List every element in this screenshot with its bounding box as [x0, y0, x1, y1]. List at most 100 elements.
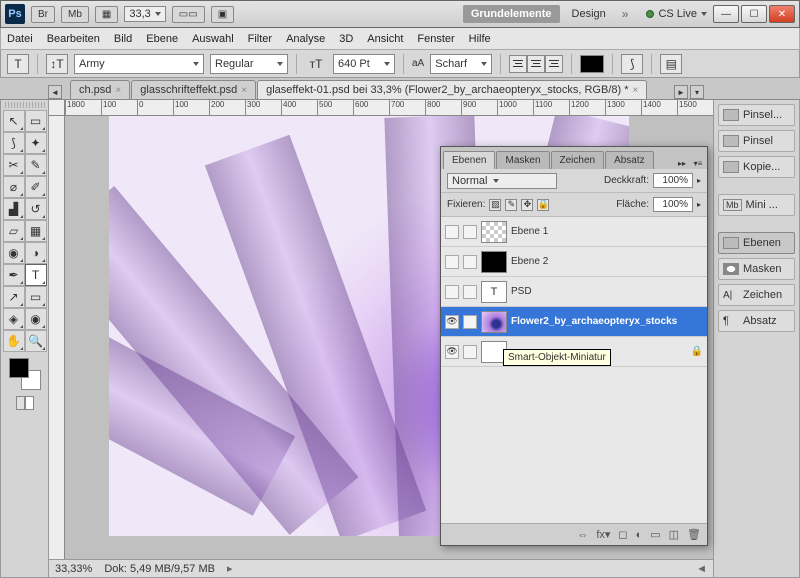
blur-tool[interactable]: ◉ — [3, 242, 25, 264]
link-toggle[interactable] — [463, 225, 477, 239]
layer-row[interactable]: Ebene 1 — [441, 217, 707, 247]
layer-row-selected[interactable]: Flower2_by_archaeopteryx_stocks — [441, 307, 707, 337]
menu-bild[interactable]: Bild — [114, 33, 132, 45]
layer-name[interactable]: PSD — [511, 286, 703, 297]
doc-tab-3[interactable]: glaseffekt-01.psd bei 33,3% (Flower2_by_… — [257, 80, 647, 99]
close-icon[interactable]: × — [633, 85, 639, 96]
menu-auswahl[interactable]: Auswahl — [192, 33, 234, 45]
opacity-input[interactable]: 100% — [653, 173, 693, 188]
3d-tool[interactable]: ◈ — [3, 308, 25, 330]
status-menu-icon[interactable]: ▸ — [227, 562, 233, 575]
layers-panel[interactable]: Ebenen Masken Zeichen Absatz ▸▸▾≡ Normal… — [440, 146, 708, 546]
path-select-tool[interactable]: ↗ — [3, 286, 25, 308]
menu-datei[interactable]: Datei — [7, 33, 33, 45]
lock-position-button[interactable]: ✥ — [521, 199, 533, 211]
text-align-group[interactable] — [509, 55, 563, 73]
layer-name[interactable]: Ebene 2 — [511, 256, 703, 267]
3d-camera-tool[interactable]: ◉ — [25, 308, 47, 330]
minimize-button[interactable]: — — [713, 5, 739, 23]
doc-tab-1[interactable]: ch.psd× — [70, 80, 130, 99]
menu-fenster[interactable]: Fenster — [417, 33, 454, 45]
close-icon[interactable]: × — [115, 85, 121, 96]
blend-mode-dropdown[interactable]: Normal — [447, 173, 557, 189]
link-layers-button[interactable]: ⇔ — [577, 529, 588, 541]
eyedropper-tool[interactable]: ✎ — [25, 154, 47, 176]
magic-wand-tool[interactable]: ✦ — [25, 132, 47, 154]
cs-live-button[interactable]: CS Live — [646, 8, 707, 20]
layer-thumbnail[interactable]: T — [481, 281, 507, 303]
zoom-tool[interactable]: 🔍 — [25, 330, 47, 352]
visibility-toggle[interactable] — [445, 345, 459, 359]
type-tool[interactable]: T — [25, 264, 47, 286]
workspace-selected[interactable]: Grundelemente — [463, 5, 560, 23]
warp-text-button[interactable]: ⟆ — [621, 54, 643, 74]
layer-group-button[interactable]: ▭ — [650, 528, 660, 541]
new-layer-button[interactable]: ◫ — [669, 528, 679, 541]
maximize-button[interactable]: ☐ — [741, 5, 767, 23]
panel-absatz[interactable]: ¶Absatz — [718, 310, 795, 332]
view-extras-button[interactable]: ▦ — [95, 6, 118, 23]
screen-mode-button[interactable]: ▣ — [211, 6, 234, 23]
menu-ebene[interactable]: Ebene — [146, 33, 178, 45]
visibility-toggle[interactable] — [445, 285, 459, 299]
lasso-tool[interactable]: ⟆ — [3, 132, 25, 154]
marquee-tool[interactable]: ▭ — [25, 110, 47, 132]
layer-name[interactable]: Flower2_by_archaeopteryx_stocks — [511, 316, 703, 327]
panel-masken[interactable]: Masken — [718, 258, 795, 280]
tab-masken[interactable]: Masken — [496, 151, 549, 169]
eraser-tool[interactable]: ▱ — [3, 220, 25, 242]
doc-tab-2[interactable]: glasschrifteffekt.psd× — [131, 80, 256, 99]
tab-scroll-right[interactable]: ►▾ — [674, 85, 704, 99]
link-toggle[interactable] — [463, 255, 477, 269]
scroll-left-icon[interactable]: ◄ — [696, 563, 707, 575]
delete-layer-button[interactable]: 🗑 — [687, 528, 701, 541]
heal-tool[interactable]: ⌀ — [3, 176, 25, 198]
lock-pixels-button[interactable]: ✎ — [505, 199, 517, 211]
lock-transparency-button[interactable]: ▨ — [489, 199, 501, 211]
visibility-toggle[interactable] — [445, 315, 459, 329]
panel-minibridge[interactable]: MbMini ... — [718, 194, 795, 216]
menu-3d[interactable]: 3D — [339, 33, 353, 45]
panel-pinsel[interactable]: Pinsel — [718, 130, 795, 152]
shape-tool[interactable]: ▭ — [25, 286, 47, 308]
ruler-vertical[interactable] — [49, 116, 65, 559]
menu-hilfe[interactable]: Hilfe — [469, 33, 491, 45]
panel-kopie[interactable]: Kopie... — [718, 156, 795, 178]
fill-input[interactable]: 100% — [653, 197, 693, 212]
layer-row[interactable]: Ebene 2 — [441, 247, 707, 277]
opacity-slider-icon[interactable]: ▸ — [697, 176, 701, 185]
status-zoom[interactable]: 33,33% — [55, 563, 92, 575]
menu-filter[interactable]: Filter — [248, 33, 272, 45]
layer-fx-button[interactable]: fx▾ — [596, 528, 610, 541]
font-style-dropdown[interactable]: Regular — [210, 54, 288, 74]
status-doc-size[interactable]: Dok: 5,49 MB/9,57 MB — [104, 563, 215, 575]
visibility-toggle[interactable] — [445, 225, 459, 239]
hand-tool[interactable]: ✋ — [3, 330, 25, 352]
tab-scroll-left[interactable]: ◄ — [48, 85, 62, 99]
antialias-dropdown[interactable]: Scharf — [430, 54, 492, 74]
panel-menu-icon[interactable]: ▾≡ — [691, 157, 705, 169]
dodge-tool[interactable]: ◑ — [25, 242, 47, 264]
link-toggle[interactable] — [463, 345, 477, 359]
link-toggle[interactable] — [463, 315, 477, 329]
text-color-swatch[interactable] — [580, 55, 604, 73]
panel-pinsel-presets[interactable]: Pinsel... — [718, 104, 795, 126]
adjustment-layer-button[interactable]: ◐ — [636, 529, 643, 541]
font-family-dropdown[interactable]: Army — [74, 54, 204, 74]
lock-all-button[interactable]: 🔒 — [537, 199, 549, 211]
workspace-design[interactable]: Design — [566, 5, 612, 23]
layer-thumbnail[interactable] — [481, 251, 507, 273]
history-brush-tool[interactable]: ↺ — [25, 198, 47, 220]
move-tool[interactable]: ↖ — [3, 110, 25, 132]
arrange-button[interactable]: ▭▭ — [172, 6, 205, 23]
panel-collapse-icon[interactable]: ▸▸ — [675, 157, 689, 169]
menu-bearbeiten[interactable]: Bearbeiten — [47, 33, 100, 45]
color-picker[interactable] — [9, 358, 41, 390]
gradient-tool[interactable]: ▦ — [25, 220, 47, 242]
close-icon[interactable]: × — [241, 85, 247, 96]
layer-name[interactable]: Ebene 1 — [511, 226, 703, 237]
minibridge-button[interactable]: Mb — [61, 6, 89, 23]
layer-thumbnail[interactable] — [481, 311, 507, 333]
brush-tool[interactable]: ✐ — [25, 176, 47, 198]
palette-grip[interactable] — [5, 102, 45, 108]
